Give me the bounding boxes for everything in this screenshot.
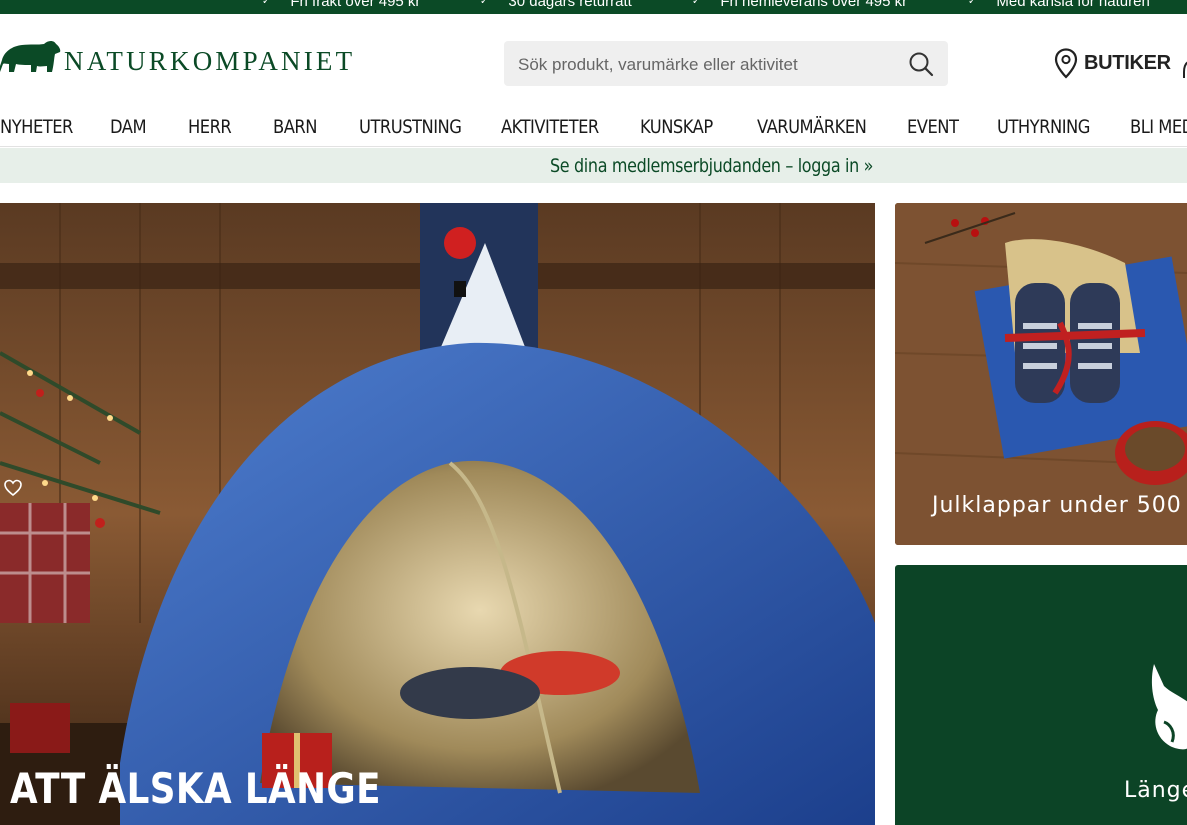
- check-icon: ✓: [480, 0, 489, 7]
- nav-item-dam[interactable]: DAM: [110, 116, 147, 138]
- hero-banner[interactable]: [0, 203, 875, 825]
- hero-title[interactable]: ATT ÄLSKA LÄNGE: [10, 764, 381, 813]
- promo-item: ✓ Fri hemleverans över 495 kr: [692, 0, 907, 10]
- logo-wordmark[interactable]: NATURKOMPANIET: [64, 46, 355, 77]
- nav-item-uthyrning[interactable]: UTHYRNING: [997, 116, 1090, 138]
- check-icon: ✓: [968, 0, 977, 7]
- brand-card-label[interactable]: Länge: [1124, 778, 1187, 803]
- gift-card-label[interactable]: Julklappar under 500: [932, 493, 1182, 518]
- nav-item-barn[interactable]: BARN: [273, 116, 317, 138]
- stores-button[interactable]: BUTIKER: [1054, 48, 1187, 80]
- promo-item: ✓ Med känsla för naturen: [968, 0, 1150, 10]
- promo-text: Med känsla för naturen: [996, 0, 1150, 10]
- nav-item-event[interactable]: EVENT: [907, 116, 959, 138]
- nav-item-kunskap[interactable]: KUNSKAP: [640, 116, 713, 138]
- member-login-link[interactable]: Se dina medlemserbjudanden – logga in »: [550, 155, 873, 177]
- search-input[interactable]: [516, 41, 900, 88]
- bear-icon: [0, 41, 61, 72]
- main-navigation: NYHETER DAM HERR BARN UTRUSTNING AKTIVIT…: [0, 108, 1187, 147]
- hero-image: [0, 203, 875, 825]
- promo-text: Fri hemleverans över 495 kr: [720, 0, 908, 10]
- nav-item-varumarken[interactable]: VARUMÄRKEN: [757, 116, 867, 138]
- promo-item: ✓ Fri frakt över 495 kr: [262, 0, 420, 10]
- nav-item-herr[interactable]: HERR: [188, 116, 232, 138]
- stores-label: BUTIKER: [1084, 52, 1171, 74]
- nav-item-nyheter[interactable]: NYHETER: [0, 116, 73, 138]
- member-offer-bar: Se dina medlemserbjudanden – logga in »: [0, 148, 1187, 183]
- promo-item: ✓ 30 dagars returrätt: [480, 0, 632, 10]
- promo-strip: ✓ Fri frakt över 495 kr ✓ 30 dagars returr…: [0, 0, 1187, 14]
- user-icon[interactable]: [1181, 60, 1187, 80]
- nav-item-utrustning[interactable]: UTRUSTNING: [359, 116, 462, 138]
- promo-text: 30 dagars returrätt: [508, 0, 632, 10]
- heart-icon[interactable]: [3, 478, 23, 498]
- search-bar: [504, 41, 948, 88]
- fox-logo-icon: [1151, 664, 1187, 750]
- nav-item-aktiviteter[interactable]: AKTIVITETER: [501, 116, 599, 138]
- check-icon: ✓: [692, 0, 701, 7]
- search-icon[interactable]: [908, 51, 934, 77]
- promo-text: Fri frakt över 495 kr: [290, 0, 421, 10]
- check-icon: ✓: [262, 0, 271, 7]
- map-pin-icon: [1054, 48, 1078, 79]
- nav-item-bli-med[interactable]: BLI MED: [1130, 116, 1187, 138]
